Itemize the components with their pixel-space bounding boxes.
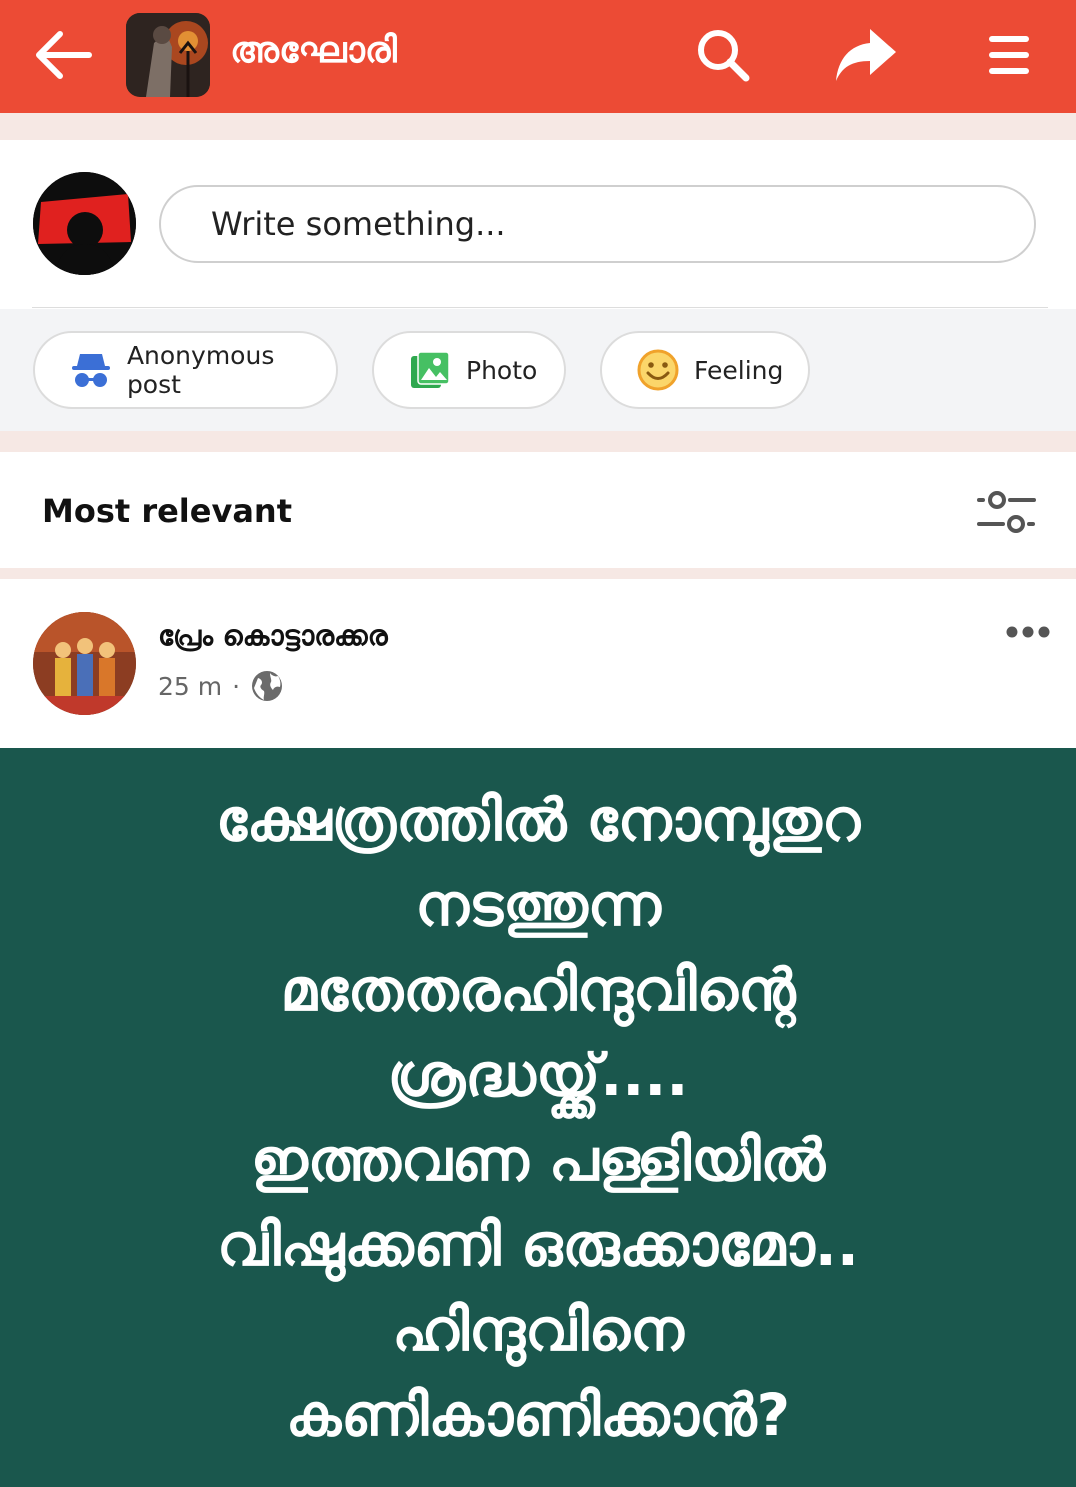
- group-image: [126, 13, 210, 97]
- menu-button[interactable]: [974, 22, 1044, 88]
- anonymous-post-label: Anonymous post: [126, 341, 275, 399]
- search-button[interactable]: [688, 22, 758, 88]
- post-body[interactable]: ക്ഷേത്രത്തിൽ നോമ്പുതുറ നടത്തുന്ന മതേതരഹി…: [0, 748, 1076, 1487]
- back-arrow-icon: [36, 31, 92, 79]
- sort-row: Most relevant: [0, 452, 1076, 568]
- more-dots-icon: [1006, 626, 1050, 638]
- write-something-input[interactable]: Write something...: [159, 185, 1036, 263]
- globe-icon: [252, 671, 283, 701]
- meta-separator: ·: [232, 671, 241, 701]
- composer-actions: Anonymous post Photo Feeling: [0, 309, 1076, 431]
- search-icon: [698, 30, 750, 82]
- share-icon: [836, 29, 896, 81]
- author-avatar[interactable]: [33, 612, 136, 715]
- filter-sliders-icon: [977, 491, 1036, 533]
- user-avatar[interactable]: [33, 172, 136, 275]
- author-avatar-image: [33, 612, 136, 715]
- share-button[interactable]: [830, 22, 900, 88]
- feeling-button[interactable]: Feeling: [600, 331, 810, 409]
- incognito-icon: [69, 348, 113, 392]
- user-avatar-image: [33, 172, 136, 275]
- composer-divider: [32, 307, 1048, 308]
- post-text: ക്ഷേത്രത്തിൽ നോമ്പുതുറ നടത്തുന്ന മതേതരഹി…: [215, 785, 861, 1449]
- post-header: പ്രേം കൊട്ടാരക്കര 25 m ·: [0, 579, 1076, 748]
- photo-icon: [408, 348, 452, 392]
- sort-label[interactable]: Most relevant: [42, 492, 292, 530]
- section-separator: [0, 431, 1076, 452]
- group-thumbnail[interactable]: [126, 13, 210, 97]
- photo-button[interactable]: Photo: [372, 331, 566, 409]
- filter-button[interactable]: [970, 482, 1042, 542]
- smiley-icon: [636, 348, 680, 392]
- photo-label: Photo: [466, 355, 538, 385]
- menu-icon: [989, 36, 1029, 74]
- top-app-bar: അഘോരി: [0, 0, 1076, 113]
- feeling-label: Feeling: [694, 355, 784, 385]
- post-author[interactable]: പ്രേം കൊട്ടാരക്കര: [158, 619, 388, 653]
- post-composer: Write something...: [0, 140, 1076, 308]
- post-time[interactable]: 25 m: [158, 672, 222, 701]
- group-title[interactable]: അഘോരി: [230, 30, 397, 72]
- post-meta: 25 m ·: [158, 669, 284, 703]
- post-more-button[interactable]: [1000, 619, 1056, 645]
- anonymous-post-button[interactable]: Anonymous post: [33, 331, 338, 409]
- back-button[interactable]: [30, 24, 96, 86]
- section-separator: [0, 113, 1076, 140]
- section-separator: [0, 568, 1076, 579]
